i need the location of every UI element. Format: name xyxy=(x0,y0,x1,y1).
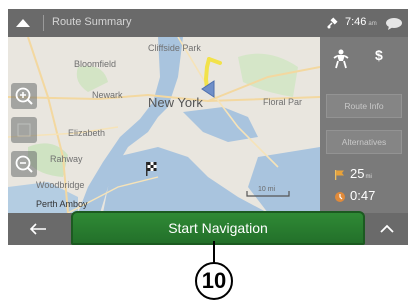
map-label-rahway: Rahway xyxy=(50,154,83,164)
map-label-woodbridge: Woodbridge xyxy=(36,180,85,190)
map-label-newark: Newark xyxy=(92,90,123,100)
expand-button[interactable] xyxy=(365,213,408,245)
clock-time: 7:46 xyxy=(345,16,367,28)
route-map[interactable]: Cliffside Park Bloomfield Newark New Yor… xyxy=(8,37,320,213)
scale-label: 10 mi xyxy=(258,186,276,193)
map-label-floral-park: Floral Par xyxy=(263,97,303,107)
distance-flag-icon xyxy=(334,168,346,180)
chevron-up-icon xyxy=(380,224,394,233)
distance-value: 25mi xyxy=(350,166,372,181)
clock: 7:46 am xyxy=(345,16,377,28)
screen-title: Route Summary xyxy=(52,16,132,28)
satellite-icon xyxy=(326,17,339,30)
divider xyxy=(43,15,44,31)
navigation-screen: Route Summary 7:46 am Cliffside Park Blo… xyxy=(8,9,408,245)
pan-button[interactable] xyxy=(11,117,37,143)
distance-number: 25 xyxy=(350,166,365,181)
zoom-in-button[interactable] xyxy=(11,83,37,109)
callout-number: 10 xyxy=(195,262,233,300)
zoom-out-icon xyxy=(15,155,33,173)
navigation-arrow-icon xyxy=(201,80,215,98)
zoom-in-icon xyxy=(15,87,33,105)
toll-icon[interactable]: $ xyxy=(375,47,383,63)
alternatives-button[interactable]: Alternatives xyxy=(326,130,402,154)
route-info-button[interactable]: Route Info xyxy=(326,94,402,118)
back-button[interactable] xyxy=(8,213,66,245)
time-value: 0:47 xyxy=(350,188,376,203)
zoom-out-button[interactable] xyxy=(11,151,37,177)
pan-icon xyxy=(17,123,31,137)
callout-line xyxy=(213,241,215,264)
chevron-up-icon[interactable] xyxy=(14,16,32,30)
speech-bubble-icon[interactable] xyxy=(385,17,403,30)
map-label-bloomfield: Bloomfield xyxy=(74,59,117,69)
map-label-perth-amboy: Perth Amboy xyxy=(36,199,88,209)
top-bar: Route Summary 7:46 am xyxy=(8,9,408,37)
time-flag-icon xyxy=(334,190,346,202)
map-label-new-york: New York xyxy=(148,95,203,110)
arrow-left-icon xyxy=(29,223,46,235)
route-panel: $ Route Info Alternatives 25mi 0:47 xyxy=(320,37,408,213)
map-label-cliffside-park: Cliffside Park xyxy=(148,43,201,53)
distance-unit: mi xyxy=(365,174,372,180)
start-navigation-button[interactable]: Start Navigation xyxy=(71,211,365,245)
poi-icon[interactable] xyxy=(330,48,352,70)
map-label-elizabeth: Elizabeth xyxy=(68,128,106,138)
clock-ampm: am xyxy=(368,21,377,27)
checkered-flag-icon xyxy=(146,162,157,176)
